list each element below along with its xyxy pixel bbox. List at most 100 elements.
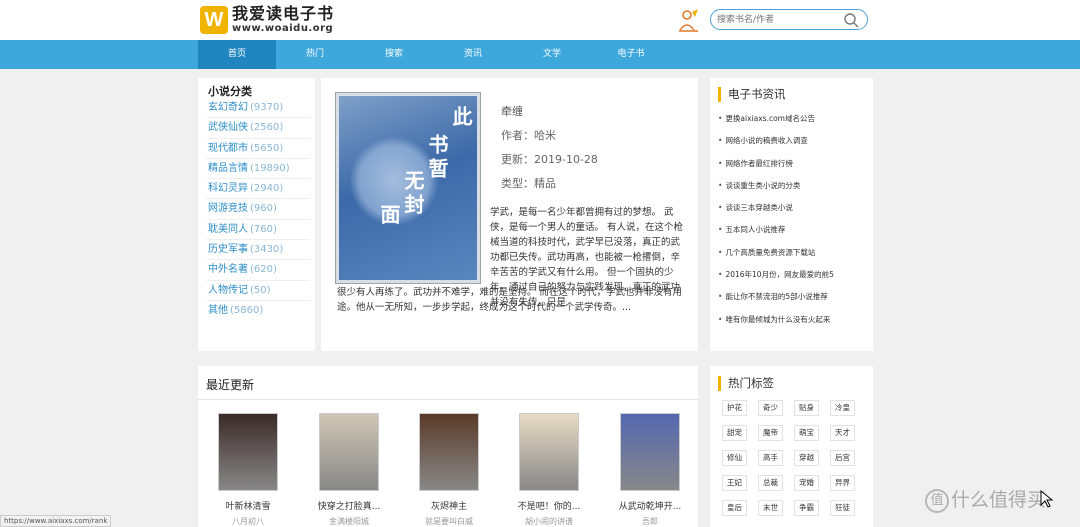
search-icon[interactable] <box>843 12 859 28</box>
news-item[interactable]: 谈谈三本穿越类小说 <box>718 197 868 219</box>
category-count: (760) <box>250 223 277 235</box>
recent-book-title[interactable]: 不是吧！你的... <box>504 499 594 512</box>
recent-book-title[interactable]: 从武动乾坤开... <box>605 499 695 512</box>
recent-updates-panel: 最近更新 叶新林清雪 八月初八 快穿之打脸真... 金满楼阳城 灰烬神主 就是要… <box>198 366 698 527</box>
nav-item-literature[interactable]: 文学 <box>513 40 591 69</box>
recent-book-author: 金满楼阳城 <box>329 517 369 526</box>
news-title: 电子书资讯 <box>718 87 786 102</box>
news-item[interactable]: 唯有你最倾城为什么没有火起来 <box>718 309 868 331</box>
category-item[interactable]: 中外名著 (620) <box>206 260 310 281</box>
featured-book-panel: 此 书暂 无封 面 牵缠 作者：哈米 更新：2019-10-28 类型：精品 学… <box>321 78 698 351</box>
tag-item[interactable]: 萌宝 <box>794 425 819 441</box>
tag-item[interactable]: 狂徒 <box>830 500 855 516</box>
recent-book[interactable]: 快穿之打脸真... 金满楼阳城 <box>304 413 394 527</box>
tag-item[interactable]: 冷皇 <box>830 400 855 416</box>
category-item[interactable]: 耽美同人 (760) <box>206 220 310 241</box>
tag-item[interactable]: 贴身 <box>794 400 819 416</box>
recent-book-cover[interactable] <box>519 413 579 491</box>
site-logo[interactable]: W 我爱读电子书 www.woaidu.org <box>200 6 334 34</box>
logo-badge: W <box>200 6 228 34</box>
recent-book-cover[interactable] <box>419 413 479 491</box>
recent-book-title[interactable]: 叶新林清雪 <box>203 499 293 512</box>
category-name: 武侠仙侠 <box>208 122 248 134</box>
site-title: 我爱读电子书 <box>232 4 335 23</box>
recent-book-author: 八月初八 <box>232 517 264 526</box>
tag-item[interactable]: 穿越 <box>794 450 819 466</box>
recent-book-cover[interactable] <box>319 413 379 491</box>
category-name: 中外名著 <box>208 264 248 276</box>
search-input[interactable] <box>717 12 837 27</box>
tags-title: 热门标签 <box>718 376 774 391</box>
category-item[interactable]: 历史军事 (3430) <box>206 240 310 261</box>
watermark-text: 什么值得买 <box>951 489 1047 511</box>
tag-item[interactable]: 护花 <box>722 400 747 416</box>
news-item[interactable]: 能让你不禁流泪的5部小说推荐 <box>718 286 868 308</box>
category-count: (50) <box>250 284 271 296</box>
recent-book-cover[interactable] <box>620 413 680 491</box>
book-author: 作者：哈米 <box>501 129 556 142</box>
category-count: (5860) <box>230 304 264 316</box>
recent-book-title[interactable]: 快穿之打脸真... <box>304 499 394 512</box>
tag-item[interactable]: 末世 <box>758 500 783 516</box>
nav-item-home[interactable]: 首页 <box>198 40 276 69</box>
category-item[interactable]: 人物传记 (50) <box>206 281 310 301</box>
tag-item[interactable]: 奇少 <box>758 400 783 416</box>
tag-item[interactable]: 魔帝 <box>758 425 783 441</box>
category-name: 耽美同人 <box>208 223 248 235</box>
recent-book-title[interactable]: 灰烬神主 <box>404 499 494 512</box>
category-count: (9370) <box>250 102 284 113</box>
mouse-cursor-icon <box>1040 490 1054 508</box>
tag-item[interactable]: 高手 <box>758 450 783 466</box>
news-item[interactable]: 谈谈重生类小说的分类 <box>718 175 868 197</box>
recent-book[interactable]: 叶新林清雪 八月初八 <box>203 413 293 527</box>
tag-item[interactable]: 宠婚 <box>794 475 819 491</box>
recent-book-author: 吾郎 <box>642 517 658 526</box>
recent-book-cover[interactable] <box>218 413 278 491</box>
logo-text: 我爱读电子书 www.woaidu.org <box>232 6 334 34</box>
category-item[interactable]: 科幻灵异 (2940) <box>206 179 310 200</box>
news-panel: 电子书资讯 更换aixiaxs.com域名公告 网络小说的稿费收入调查 网络作者… <box>710 78 873 351</box>
tag-item[interactable]: 争霸 <box>794 500 819 516</box>
news-item[interactable]: 网络小说的稿费收入调查 <box>718 130 868 152</box>
watermark: 值什么值得买 <box>925 485 1046 513</box>
category-panel: 小说分类 玄幻奇幻 (9370) 武侠仙侠 (2560) 现代都市 (5650) 精品… <box>198 78 315 351</box>
news-item[interactable]: 更换aixiaxs.com域名公告 <box>718 108 868 130</box>
news-item[interactable]: 五本同人小说推荐 <box>718 219 868 241</box>
category-item[interactable]: 精品言情 (19890) <box>206 159 310 180</box>
nav-item-news[interactable]: 资讯 <box>434 40 512 69</box>
recent-book[interactable]: 不是吧！你的... 胡小闹的讲谱 <box>504 413 594 527</box>
category-title: 小说分类 <box>208 85 252 98</box>
tag-item[interactable]: 王妃 <box>722 475 747 491</box>
tag-item[interactable]: 皇后 <box>722 500 747 516</box>
book-title[interactable]: 牵缠 <box>501 100 598 124</box>
search-box <box>710 9 868 30</box>
category-item[interactable]: 网游竞技 (960) <box>206 199 310 220</box>
tag-item[interactable]: 天才 <box>830 425 855 441</box>
category-name: 现代都市 <box>208 142 248 154</box>
book-type: 类型：精品 <box>501 177 556 190</box>
news-item[interactable]: 2016年10月份，网友最爱的前5 <box>718 264 868 286</box>
tag-item[interactable]: 总裁 <box>758 475 783 491</box>
recent-book[interactable]: 从武动乾坤开... 吾郎 <box>605 413 695 527</box>
recent-book[interactable]: 灰烬神主 就是要叫白威 <box>404 413 494 527</box>
tag-item[interactable]: 甜宠 <box>722 425 747 441</box>
tag-item[interactable]: 异界 <box>830 475 855 491</box>
tag-item[interactable]: 修仙 <box>722 450 747 466</box>
recent-book-author: 胡小闹的讲谱 <box>525 517 573 526</box>
header: W 我爱读电子书 www.woaidu.org <box>0 0 1080 40</box>
tag-item[interactable]: 后宫 <box>830 450 855 466</box>
news-item[interactable]: 几个高质量免费资源下载站 <box>718 242 868 264</box>
category-item[interactable]: 现代都市 (5650) <box>206 139 310 159</box>
category-item[interactable]: 玄幻奇幻 (9370) <box>206 98 310 119</box>
category-name: 精品言情 <box>208 162 248 174</box>
category-item[interactable]: 武侠仙侠 (2560) <box>206 118 310 139</box>
category-name: 其他 <box>208 304 228 316</box>
category-item[interactable]: 其他 (5860) <box>206 301 310 321</box>
book-cover[interactable]: 此 书暂 无封 面 <box>335 92 481 284</box>
nav-item-search[interactable]: 搜索 <box>355 40 433 69</box>
nav-item-hot[interactable]: 热门 <box>276 40 354 69</box>
category-count: (5650) <box>250 142 284 154</box>
category-list: 玄幻奇幻 (9370) 武侠仙侠 (2560) 现代都市 (5650) 精品言情 (19… <box>206 98 310 321</box>
news-item[interactable]: 网络作者最红排行榜 <box>718 153 868 175</box>
nav-item-ebooks[interactable]: 电子书 <box>592 40 670 69</box>
